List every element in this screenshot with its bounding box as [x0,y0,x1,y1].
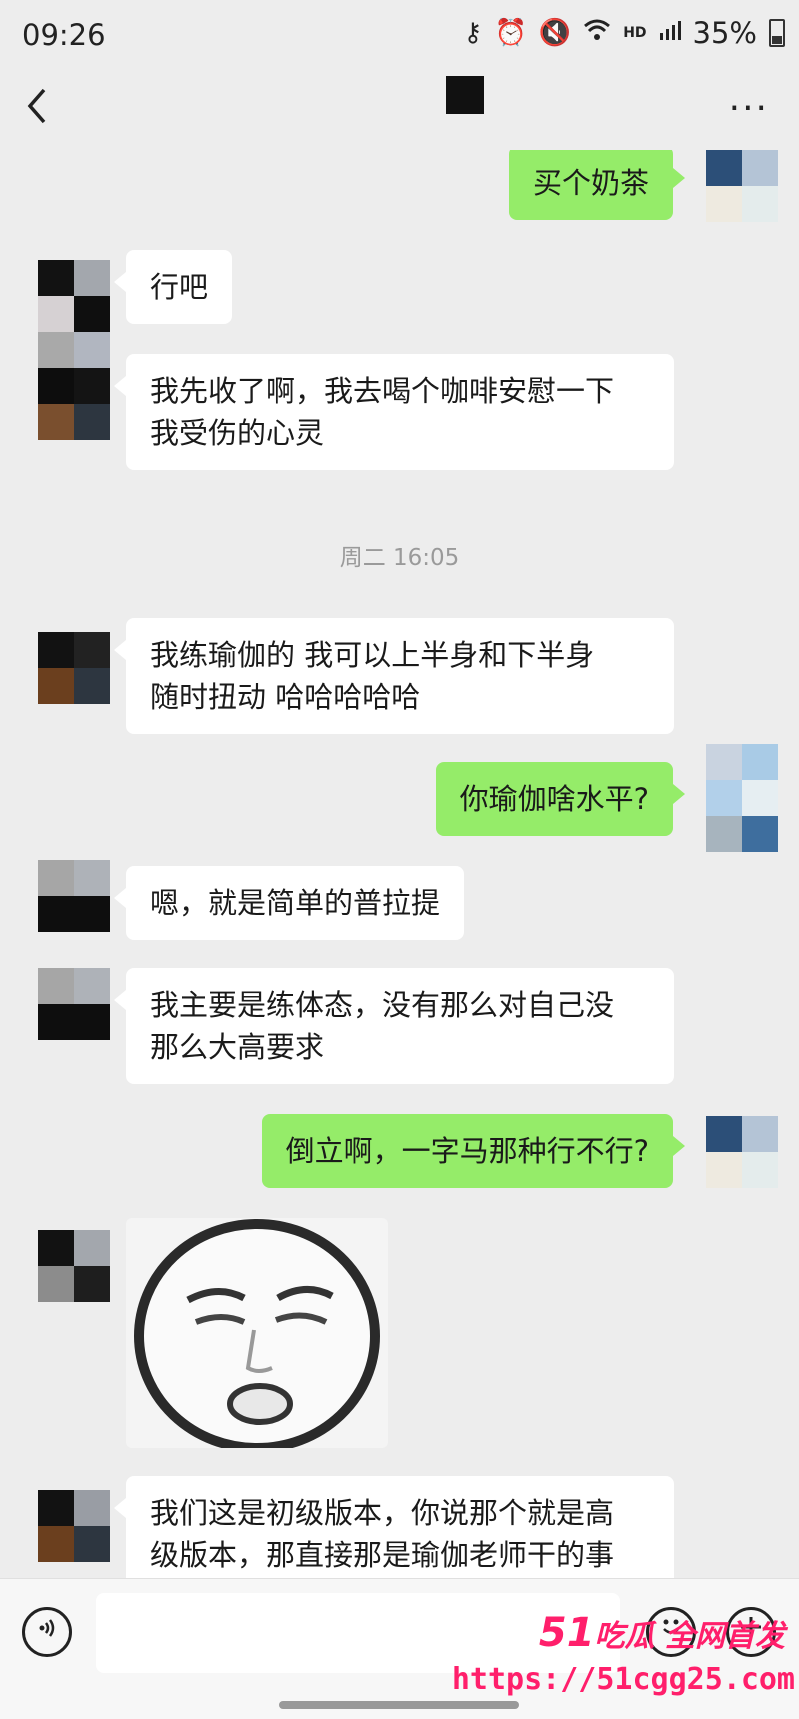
avatar-contact[interactable] [38,1490,110,1562]
avatar-contact[interactable] [38,1230,110,1302]
message-bubble-in[interactable]: 行吧 [113,250,233,324]
message-bubble-in[interactable]: 我先收了啊，我去喝个咖啡安慰一下 我受伤的心灵 [114,354,674,470]
face-sticker-icon [134,1219,380,1448]
message-bubble-in[interactable]: 我主要是练体态，没有那么对自己没 那么大高要求 [114,968,674,1084]
avatar-self[interactable] [706,150,778,222]
message-bubble-in[interactable]: 我们这是初级版本，你说那个就是高 级版本，那直接那是瑜伽老师干的事 [114,1476,674,1578]
chevron-left-icon [27,88,46,124]
message-bubble-out[interactable]: 买个奶茶 [508,150,686,220]
status-time: 09:26 [22,18,106,52]
watermark-tagline: 吃瓜 全网首发 [594,1619,785,1654]
voice-button[interactable] [22,1607,72,1657]
avatar-self[interactable] [706,744,778,852]
wifi-icon [583,18,611,48]
message-bubble-in[interactable]: 嗯，就是简单的普拉提 [113,866,465,940]
alarm-icon: ⏰ [494,18,527,48]
signal-icon [659,18,681,48]
voice-icon [39,1619,55,1637]
watermark: 51吃瓜 全网首发 https://51cgg25.com [452,1610,795,1715]
contact-name-redacted [446,76,484,114]
chat-area[interactable]: 买个奶茶 行吧 我先收了啊，我去喝个咖啡安慰一下 我受伤的心灵 周二 16:05… [0,150,799,1578]
watermark-brand: 51吃瓜 全网首发 [539,1610,785,1656]
time-divider: 周二 16:05 [339,545,460,571]
home-indicator[interactable] [279,1701,519,1709]
avatar-contact[interactable] [38,260,110,440]
key-icon: ⚷ [463,18,483,48]
status-icons: ⚷ ⏰ 🔇 HD 35% [463,16,785,50]
message-bubble-out[interactable]: 倒立啊，一字马那种行不行? [261,1114,686,1188]
battery-percent: 35% [692,16,757,50]
status-bar: 09:26 ⚷ ⏰ 🔇 HD 35% [0,0,799,70]
more-button[interactable]: ··· [729,88,769,129]
message-bubble-in[interactable]: 我练瑜伽的 我可以上半身和下半身 随时扭动 哈哈哈哈哈 [114,618,674,734]
avatar-contact[interactable] [38,968,110,1040]
watermark-number: 51 [538,1610,595,1656]
hd-label: HD [623,25,647,41]
mute-icon: 🔇 [538,18,572,48]
battery-icon [769,19,785,47]
message-bubble-out[interactable]: 你瑜伽啥水平? [435,762,686,836]
avatar-contact[interactable] [38,632,110,704]
sticker-image[interactable] [126,1218,388,1448]
watermark-url: https://51cgg25.com [451,1662,795,1697]
back-button[interactable] [22,86,68,132]
title-bar: ··· [0,70,799,150]
avatar-contact[interactable] [38,860,110,932]
avatar-self[interactable] [706,1116,778,1188]
